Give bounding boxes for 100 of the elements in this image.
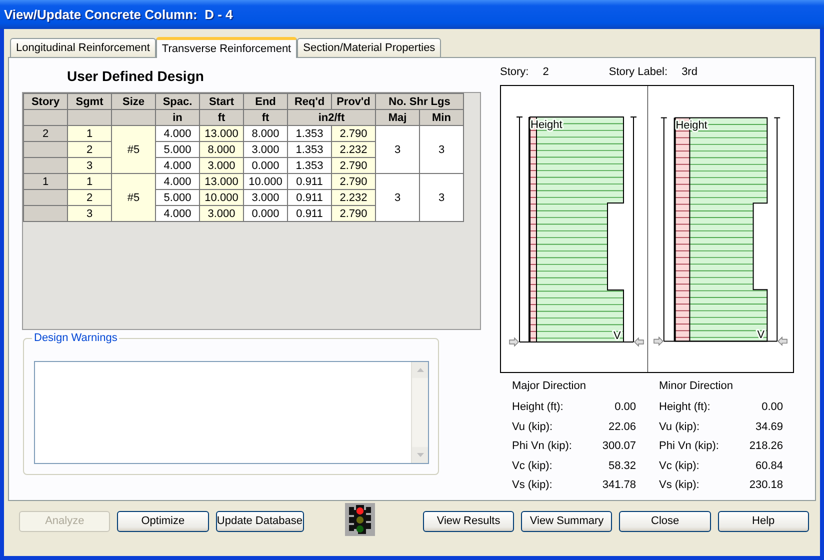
unit-header: ft	[200, 110, 244, 126]
table-cell: #5	[112, 126, 156, 174]
tab[interactable]: Section/Material Properties	[297, 38, 442, 57]
table-cell: 2.790	[332, 174, 376, 190]
column-header: Prov'd	[332, 94, 376, 110]
table-cell: 1.353	[288, 158, 332, 174]
warnings-text-area[interactable]	[34, 361, 429, 464]
unit-header: in2/ft	[288, 110, 376, 126]
field-label: Vc (kip):	[659, 460, 700, 474]
field-value: 230.18	[749, 479, 783, 493]
action-button[interactable]: Update Database	[216, 510, 304, 532]
row-header: 2	[24, 126, 68, 142]
table-cell: 3	[420, 126, 464, 174]
scroll-up-icon[interactable]	[416, 368, 424, 372]
field-value: 34.69	[755, 420, 783, 434]
table-cell: 3	[68, 158, 112, 174]
field-label: Phi Vn (kip):	[512, 440, 572, 454]
table-cell: 3	[68, 206, 112, 222]
column-header: Min	[420, 110, 464, 126]
direction-title: Major Direction	[512, 379, 587, 394]
table-cell: 8.000	[244, 126, 288, 142]
table-cell: 3.000	[244, 190, 288, 206]
field-label: Vs (kip):	[512, 479, 552, 493]
field-value: 0.00	[614, 401, 636, 415]
table-cell: 4.000	[156, 126, 200, 142]
table-cell: #5	[112, 174, 156, 222]
window-title: View/Update Concrete Column: D - 4	[4, 7, 233, 22]
action-button[interactable]: View Results	[422, 510, 514, 532]
field-value: 60.84	[755, 460, 783, 474]
scroll-bar[interactable]	[411, 362, 428, 463]
table-cell: 0.000	[244, 158, 288, 174]
column-header: End	[244, 94, 288, 110]
table-cell: 13.000	[200, 126, 244, 142]
column-header: Maj	[376, 110, 420, 126]
table-cell: 5.000	[156, 190, 200, 206]
table-cell: 3	[376, 126, 420, 174]
table-cell: 3	[420, 174, 464, 222]
field-value: 22.06	[608, 420, 636, 434]
field-value: 300.07	[602, 440, 636, 454]
action-button[interactable]: Help	[718, 510, 809, 532]
direction-title: Minor Direction	[659, 379, 734, 394]
table-cell: 3.000	[200, 158, 244, 174]
unit-header: ft	[244, 110, 288, 126]
table-cell: 5.000	[156, 142, 200, 158]
field-label: Story:	[500, 66, 529, 78]
table-cell: 1.353	[288, 126, 332, 142]
field-label: Phi Vn (kip):	[659, 440, 719, 454]
field-value: 218.26	[749, 440, 783, 454]
table-cell: 8.000	[200, 142, 244, 158]
table-cell: 2.790	[332, 206, 376, 222]
table-cell: 10.000	[244, 174, 288, 190]
field-label: Height (ft):	[659, 401, 710, 415]
scroll-down-icon[interactable]	[416, 453, 424, 457]
field-value: 2	[542, 66, 549, 78]
table-cell: 0.911	[288, 206, 332, 222]
field-label: Height (ft):	[512, 401, 564, 415]
field-label: Vc (kip):	[512, 460, 552, 474]
field-label: Vu (kip):	[659, 420, 700, 434]
unit-header: in	[156, 110, 200, 126]
field-value: 3rd	[682, 66, 698, 78]
tab[interactable]: Transverse Reinforcement	[156, 37, 298, 58]
traffic-light-icon	[344, 503, 375, 536]
column-header: Sgmt	[68, 94, 112, 110]
action-button[interactable]: View Summary	[521, 510, 612, 532]
action-button[interactable]: Optimize	[117, 510, 209, 532]
table-cell: 4.000	[156, 174, 200, 190]
table-cell: 3	[376, 174, 420, 222]
table-cell: 10.000	[200, 190, 244, 206]
tab[interactable]: Longitudinal Reinforcement	[10, 38, 156, 57]
table-cell: 13.000	[200, 174, 244, 190]
table-cell: 1	[68, 126, 112, 142]
field-value: 0.00	[762, 401, 783, 415]
table-cell: 2.790	[332, 158, 376, 174]
table-cell: 0.911	[288, 190, 332, 206]
table-cell: 1.353	[288, 142, 332, 158]
table-cell: 2	[68, 190, 112, 206]
column-header: Story	[24, 94, 68, 110]
action-button[interactable]: Close	[619, 510, 711, 532]
table-cell: 2.232	[332, 190, 376, 206]
table-cell: 3.000	[200, 206, 244, 222]
table-cell: 0.000	[244, 206, 288, 222]
group-label: Design Warnings	[32, 332, 120, 344]
field-label: Story Label:	[608, 66, 668, 78]
field-label: Vu (kip):	[512, 420, 553, 434]
field-label: Vs (kip):	[659, 479, 700, 493]
table-cell: 2.232	[332, 142, 376, 158]
row-header: 1	[24, 174, 68, 190]
field-value: 58.32	[608, 460, 636, 474]
table-cell: 0.911	[288, 174, 332, 190]
column-header: Req'd	[288, 94, 332, 110]
table-cell: 2	[68, 142, 112, 158]
table-cell: 3.000	[244, 142, 288, 158]
table-cell: 4.000	[156, 158, 200, 174]
column-header: Size	[112, 94, 156, 110]
column-header: Spac.	[156, 94, 200, 110]
table-cell: 4.000	[156, 206, 200, 222]
column-header: Start	[200, 94, 244, 110]
section-title: User Defined Design	[67, 68, 205, 86]
table-cell: 2.790	[332, 126, 376, 142]
field-value: 341.78	[602, 479, 636, 493]
